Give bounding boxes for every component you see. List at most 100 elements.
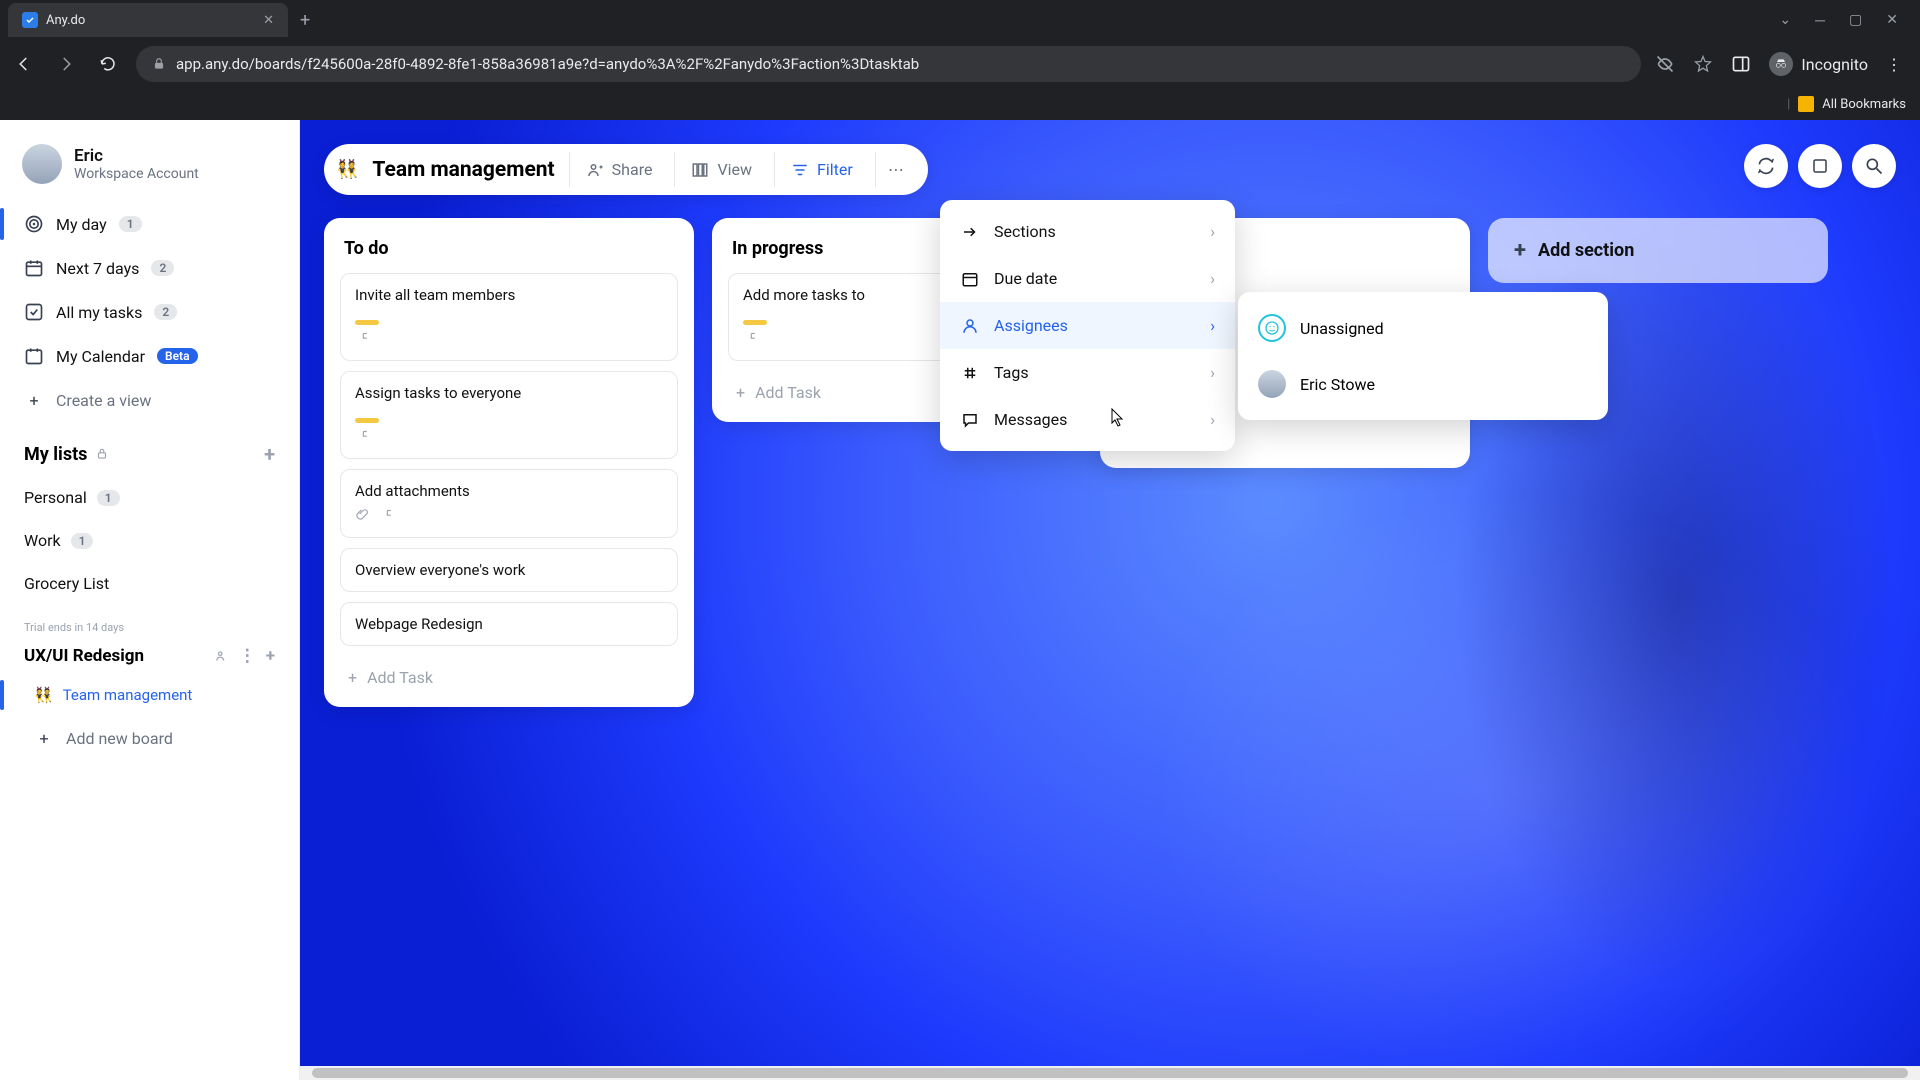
list-grocery[interactable]: Grocery List bbox=[14, 564, 285, 603]
toolbar-more-button[interactable]: ⋯ bbox=[875, 152, 916, 187]
nav-all-tasks[interactable]: All my tasks 2 bbox=[14, 292, 285, 332]
search-button[interactable] bbox=[1852, 144, 1896, 188]
nav-label: My day bbox=[56, 215, 107, 234]
filter-button[interactable]: Filter bbox=[774, 152, 869, 187]
view-button[interactable]: View bbox=[674, 152, 768, 187]
label: Add new board bbox=[66, 729, 173, 748]
expand-button[interactable] bbox=[1798, 144, 1842, 188]
tab-bar: Any.do ✕ + ⌄ ─ ▢ ✕ bbox=[0, 0, 1920, 40]
card-title: Assign tasks to everyone bbox=[355, 384, 663, 402]
add-section-label: Add section bbox=[1538, 240, 1634, 261]
tab-dropdown-icon[interactable]: ⌄ bbox=[1779, 12, 1791, 29]
browser-tab[interactable]: Any.do ✕ bbox=[8, 3, 288, 37]
nav-next-7-days[interactable]: Next 7 days 2 bbox=[14, 248, 285, 288]
filter-dropdown: Sections › Due date › Assignees › Tags ›… bbox=[940, 200, 1235, 451]
filter-messages[interactable]: Messages › bbox=[940, 396, 1235, 443]
task-card[interactable]: Assign tasks to everyone bbox=[340, 371, 678, 459]
yellow-tag-icon bbox=[355, 320, 379, 325]
anydo-favicon-icon bbox=[22, 12, 38, 28]
panel-icon[interactable] bbox=[1731, 54, 1751, 74]
share-button[interactable]: Share bbox=[569, 152, 669, 187]
subtask-icon bbox=[749, 330, 763, 344]
checkbox-icon bbox=[24, 302, 44, 322]
maximize-icon[interactable]: ▢ bbox=[1849, 12, 1862, 29]
add-section-button[interactable]: + Add section bbox=[1488, 218, 1828, 283]
subtask-icon bbox=[361, 330, 375, 344]
my-lists-heading: My lists + bbox=[14, 424, 285, 474]
bookmark-star-icon[interactable] bbox=[1693, 54, 1713, 74]
add-list-button[interactable]: + bbox=[264, 442, 275, 466]
board-emoji: 👯 bbox=[336, 159, 358, 180]
yellow-tag-icon bbox=[355, 418, 379, 423]
main-board-area: 👯 Team management Share View Filter ⋯ bbox=[300, 120, 1920, 1080]
chevron-right-icon: › bbox=[1210, 363, 1215, 382]
list-work[interactable]: Work 1 bbox=[14, 521, 285, 560]
list-label: Personal bbox=[24, 488, 87, 507]
more-icon[interactable]: ⋮ bbox=[239, 646, 256, 666]
task-card[interactable]: Overview everyone's work bbox=[340, 548, 678, 592]
url-field[interactable]: app.any.do/boards/f245600a-28f0-4892-8fe… bbox=[136, 46, 1641, 82]
people-icon bbox=[215, 649, 229, 663]
count-badge: 1 bbox=[97, 490, 120, 506]
profile-section[interactable]: Eric Workspace Account bbox=[14, 138, 285, 200]
person-plus-icon bbox=[586, 161, 604, 179]
add-task-button[interactable]: + Add Task bbox=[340, 656, 678, 691]
board-team-management[interactable]: 👯 Team management bbox=[14, 676, 285, 714]
nav-create-view[interactable]: + Create a view bbox=[14, 380, 285, 420]
back-button[interactable] bbox=[10, 55, 38, 73]
assignee-eric-stowe[interactable]: Eric Stowe bbox=[1238, 356, 1608, 412]
filter-label: Filter bbox=[817, 160, 853, 179]
assignee-unassigned[interactable]: Unassigned bbox=[1238, 300, 1608, 356]
browser-menu-icon[interactable]: ⋮ bbox=[1886, 55, 1902, 74]
new-tab-button[interactable]: + bbox=[300, 10, 310, 31]
yellow-tag-icon bbox=[743, 320, 767, 325]
filter-sections[interactable]: Sections › bbox=[940, 208, 1235, 255]
calendar-icon bbox=[960, 270, 980, 288]
assignee-submenu: Unassigned Eric Stowe bbox=[1238, 292, 1608, 420]
chevron-right-icon: › bbox=[1210, 410, 1215, 429]
eye-off-icon[interactable] bbox=[1655, 54, 1675, 74]
plus-icon: + bbox=[34, 728, 54, 748]
incognito-indicator[interactable]: Incognito bbox=[1769, 52, 1868, 76]
workspace-name: UX/UI Redesign bbox=[24, 646, 144, 666]
plus-icon: + bbox=[348, 668, 357, 687]
list-personal[interactable]: Personal 1 bbox=[14, 478, 285, 517]
board-title: Team management bbox=[364, 158, 562, 182]
workspace-item[interactable]: UX/UI Redesign ⋮ + bbox=[14, 640, 285, 672]
label: Sections bbox=[994, 222, 1056, 241]
forward-button[interactable] bbox=[52, 55, 80, 73]
sync-button[interactable] bbox=[1744, 144, 1788, 188]
avatar bbox=[22, 144, 62, 184]
window-controls: ⌄ ─ ▢ ✕ bbox=[1779, 12, 1912, 29]
arrow-right-icon bbox=[960, 223, 980, 241]
profile-subtitle: Workspace Account bbox=[74, 166, 199, 182]
reload-button[interactable] bbox=[94, 55, 122, 73]
profile-name: Eric bbox=[74, 146, 199, 166]
chevron-right-icon: › bbox=[1210, 269, 1215, 288]
plus-icon: + bbox=[736, 383, 745, 402]
view-label: View bbox=[717, 160, 752, 179]
filter-due-date[interactable]: Due date › bbox=[940, 255, 1235, 302]
beta-badge: Beta bbox=[157, 348, 198, 364]
minimize-icon[interactable]: ─ bbox=[1815, 12, 1825, 29]
top-right-actions bbox=[1744, 144, 1896, 188]
task-card[interactable]: Invite all team members bbox=[340, 273, 678, 361]
scrollbar-thumb[interactable] bbox=[312, 1068, 1908, 1078]
task-card[interactable]: Webpage Redesign bbox=[340, 602, 678, 646]
filter-assignees[interactable]: Assignees › bbox=[940, 302, 1235, 349]
horizontal-scrollbar[interactable] bbox=[300, 1066, 1920, 1080]
nav-my-day[interactable]: My day 1 bbox=[14, 204, 285, 244]
plus-icon: + bbox=[1514, 238, 1526, 263]
tab-close-icon[interactable]: ✕ bbox=[263, 13, 274, 28]
tab-title: Any.do bbox=[46, 13, 85, 28]
add-icon[interactable]: + bbox=[266, 646, 275, 666]
close-window-icon[interactable]: ✕ bbox=[1886, 12, 1898, 29]
all-bookmarks-link[interactable]: All Bookmarks bbox=[1822, 97, 1906, 112]
task-card[interactable]: Add attachments bbox=[340, 469, 678, 538]
incognito-icon bbox=[1769, 52, 1793, 76]
calendar-week-icon bbox=[24, 258, 44, 278]
nav-my-calendar[interactable]: My Calendar Beta bbox=[14, 336, 285, 376]
filter-tags[interactable]: Tags › bbox=[940, 349, 1235, 396]
count-badge: 1 bbox=[119, 216, 142, 232]
add-new-board[interactable]: + Add new board bbox=[14, 718, 285, 758]
